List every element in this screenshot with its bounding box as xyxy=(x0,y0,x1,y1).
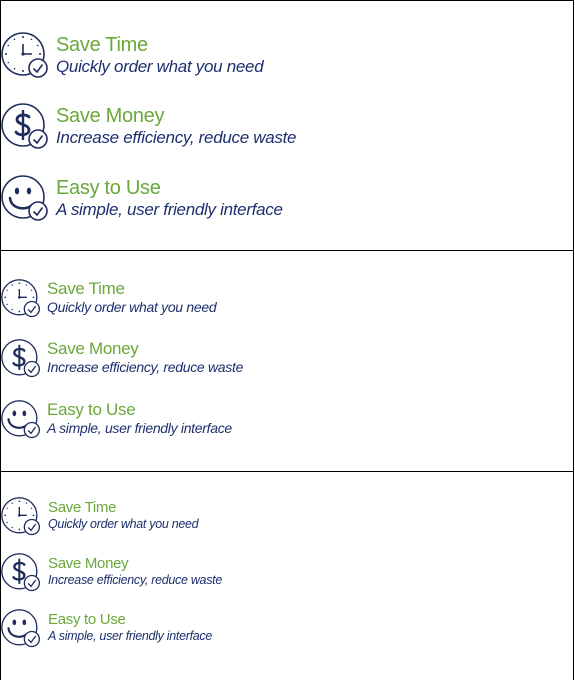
dollar-check-icon xyxy=(1,103,48,149)
feature-comparison-page: Save Time Quickly order what you need Sa… xyxy=(0,0,575,680)
feature-subtitle: Quickly order what you need xyxy=(56,57,264,76)
feature-subtitle: Quickly order what you need xyxy=(48,517,199,531)
feature-save-money: Save Money Increase efficiency, reduce w… xyxy=(1,553,561,593)
dollar-check-icon xyxy=(1,553,40,592)
feature-title: Save Money xyxy=(47,339,139,358)
feature-title: Save Time xyxy=(56,34,148,56)
feature-panel-large: Save Time Quickly order what you need Sa… xyxy=(0,0,574,251)
feature-save-time: Save Time Quickly order what you need xyxy=(1,497,561,537)
clock-check-icon xyxy=(1,279,40,318)
feature-title: Easy to Use xyxy=(56,177,161,199)
feature-subtitle: Increase efficiency, reduce waste xyxy=(56,128,297,147)
feature-save-money: Save Money Increase efficiency, reduce w… xyxy=(1,339,561,381)
clock-check-icon xyxy=(1,497,40,536)
feature-title: Easy to Use xyxy=(48,611,126,628)
feature-easy-to-use: Easy to Use A simple, user friendly inte… xyxy=(1,400,561,442)
feature-title: Save Time xyxy=(47,279,125,298)
feature-subtitle: A simple, user friendly interface xyxy=(56,200,283,219)
dollar-check-icon xyxy=(1,339,40,378)
smiley-check-icon xyxy=(1,609,40,648)
feature-save-time: Save Time Quickly order what you need xyxy=(1,279,561,321)
smiley-check-icon xyxy=(1,175,48,221)
feature-title: Save Money xyxy=(56,105,165,127)
feature-save-money: Save Money Increase efficiency, reduce w… xyxy=(1,103,561,153)
feature-easy-to-use: Easy to Use A simple, user friendly inte… xyxy=(1,175,561,225)
feature-subtitle: A simple, user friendly interface xyxy=(47,420,232,436)
feature-subtitle: Quickly order what you need xyxy=(47,299,217,315)
feature-title: Save Time xyxy=(48,499,117,516)
smiley-check-icon xyxy=(1,400,40,439)
feature-subtitle: Increase efficiency, reduce waste xyxy=(48,573,222,587)
feature-save-time: Save Time Quickly order what you need xyxy=(1,32,561,82)
feature-panel-small: Save Time Quickly order what you need Sa… xyxy=(0,471,574,680)
feature-subtitle: Increase efficiency, reduce waste xyxy=(47,359,244,375)
clock-check-icon xyxy=(1,32,48,78)
feature-subtitle: A simple, user friendly interface xyxy=(48,629,213,643)
feature-panel-medium: Save Time Quickly order what you need Sa… xyxy=(0,250,574,472)
feature-title: Easy to Use xyxy=(47,400,136,419)
feature-title: Save Money xyxy=(48,555,129,572)
feature-easy-to-use: Easy to Use A simple, user friendly inte… xyxy=(1,609,561,649)
